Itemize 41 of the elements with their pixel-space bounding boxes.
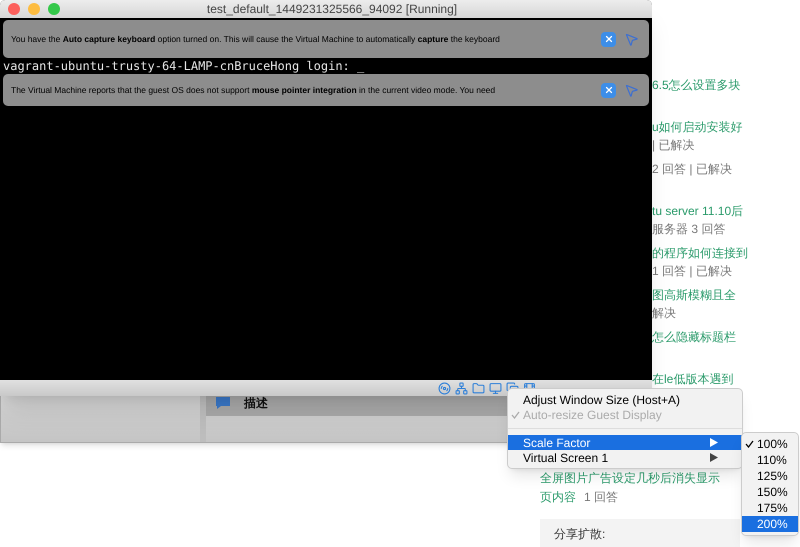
notice-text: The Virtual Machine reports that the guest OS does not support mouse pointer integration in the current video mode. You need <box>11 84 496 96</box>
notice-text: You have the Auto capture keyboard option turned on. This will cause the Virtual Machine to automatically capture the keyboard <box>11 32 501 46</box>
question-link[interactable]: 在le低版本遇到 <box>652 370 800 388</box>
menu-item[interactable]: 150% <box>742 484 798 500</box>
question-link[interactable]: 页内容 <box>540 488 576 507</box>
question-link[interactable]: 全屏图片广告设定几秒后消失显示 <box>540 469 720 488</box>
menu-item[interactable]: 100% <box>742 436 798 452</box>
question-link[interactable]: 怎么隐藏标题栏 <box>652 328 800 346</box>
disc-icon[interactable] <box>438 382 451 394</box>
question-link[interactable]: 6.5怎么设置多块 <box>652 76 800 94</box>
question-meta: 解决 <box>652 305 677 322</box>
window-title: test_default_1449231325566_94092 [Running] <box>206 1 458 18</box>
menu-item[interactable]: 175% <box>742 500 798 516</box>
question-meta: 服务器 3 回答 <box>652 221 726 238</box>
question-meta: 1 回答 | 已解决 <box>652 263 733 280</box>
question-link[interactable]: tu server 11.10后 <box>652 202 800 220</box>
question-link[interactable]: 图高斯模糊且全 <box>652 286 800 304</box>
speech-bubble-icon <box>214 396 232 410</box>
close-icon[interactable] <box>601 82 616 98</box>
menu-item[interactable]: Adjust Window Size (Host+A) <box>508 392 742 407</box>
menu-item[interactable]: Scale Factor <box>508 435 742 450</box>
section-title: 描述 <box>244 395 268 412</box>
close-button[interactable] <box>8 3 20 15</box>
question-meta: | 已解决 <box>652 137 696 154</box>
network-icon[interactable] <box>455 382 468 394</box>
menu-item[interactable]: Virtual Screen 1 <box>508 450 742 465</box>
share-label: 分享扩散: <box>554 527 606 541</box>
zoom-button[interactable] <box>48 3 60 15</box>
menu-item[interactable]: 125% <box>742 468 798 484</box>
close-icon[interactable] <box>601 32 616 46</box>
question-meta: 2 回答 | 已解决 <box>652 161 733 178</box>
check-icon <box>745 440 754 448</box>
question-meta: 1 回答 <box>584 489 618 506</box>
menu-item[interactable]: 110% <box>742 452 798 468</box>
console-line: vagrant-ubuntu-trusty-64-LAMP-cnBruceHong login: _ <box>3 59 364 73</box>
folder-icon[interactable] <box>472 382 485 394</box>
question-link[interactable]: 的程序如何连接到 <box>652 244 800 262</box>
monitor-icon[interactable] <box>489 382 502 394</box>
check-icon <box>511 410 520 418</box>
menu-item[interactable]: 200% <box>742 516 798 532</box>
question-link[interactable]: u如何启动安装好 <box>652 118 800 136</box>
